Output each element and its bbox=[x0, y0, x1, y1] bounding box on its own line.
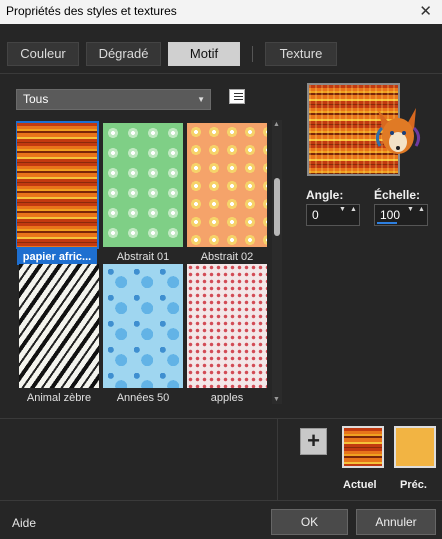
chevron-up-icon[interactable]: ▲ bbox=[350, 206, 357, 213]
help-link[interactable]: Aide bbox=[12, 516, 36, 530]
window-title: Propriétés des styles et textures bbox=[6, 4, 177, 18]
angle-label: Angle: bbox=[306, 188, 344, 202]
scroll-up-icon[interactable]: ▲ bbox=[273, 121, 280, 128]
divider bbox=[0, 418, 442, 419]
fox-logo bbox=[375, 108, 421, 154]
pattern-label: Abstrait 01 bbox=[116, 251, 170, 263]
scale-label: Échelle: bbox=[374, 188, 421, 202]
pattern-grid: papier afric... Abstrait 01 Abstrait 02 … bbox=[16, 120, 270, 404]
pattern-thumbnail bbox=[17, 123, 97, 247]
current-swatch[interactable] bbox=[342, 426, 384, 468]
angle-spinner[interactable]: 0 ▼ ▲ bbox=[306, 204, 360, 226]
pattern-thumbnail bbox=[103, 264, 183, 388]
tab-degrade[interactable]: Dégradé bbox=[86, 42, 161, 66]
pattern-tile[interactable]: Abstrait 01 bbox=[103, 123, 183, 263]
pattern-tile[interactable]: Abstrait 02 bbox=[187, 123, 267, 263]
current-swatch-image bbox=[344, 428, 382, 466]
pattern-label: Abstrait 02 bbox=[200, 251, 254, 263]
chevron-up-icon[interactable]: ▲ bbox=[418, 206, 425, 213]
cancel-button[interactable]: Annuler bbox=[356, 509, 436, 535]
title-bar: Propriétés des styles et textures ✕ bbox=[0, 0, 442, 24]
list-menu-icon[interactable] bbox=[229, 89, 245, 104]
previous-swatch[interactable] bbox=[394, 426, 436, 468]
focus-indicator bbox=[377, 222, 397, 224]
current-label: Actuel bbox=[343, 479, 377, 491]
pattern-tile[interactable]: apples bbox=[187, 264, 267, 404]
pattern-scrollbar[interactable]: ▲ ▼ bbox=[272, 120, 282, 404]
pattern-label: papier afric... bbox=[17, 249, 97, 265]
scale-value: 100 bbox=[380, 208, 401, 222]
chevron-down-icon[interactable]: ▼ bbox=[339, 206, 346, 213]
scroll-thumb[interactable] bbox=[274, 178, 280, 236]
divider bbox=[0, 500, 442, 501]
pattern-thumbnail bbox=[19, 264, 99, 388]
scroll-down-icon[interactable]: ▼ bbox=[273, 396, 280, 403]
divider bbox=[277, 418, 278, 500]
chevron-down-icon[interactable]: ▼ bbox=[407, 206, 414, 213]
tab-separator bbox=[252, 46, 253, 62]
previous-label: Préc. bbox=[400, 479, 427, 491]
tab-texture[interactable]: Texture bbox=[265, 42, 337, 66]
pattern-thumbnail bbox=[187, 264, 267, 388]
pattern-label: Animal zèbre bbox=[26, 392, 92, 404]
scale-spinner[interactable]: 100 ▼ ▲ bbox=[374, 204, 428, 226]
tab-motif[interactable]: Motif bbox=[168, 42, 240, 66]
category-value: Tous bbox=[23, 92, 49, 106]
pattern-label: apples bbox=[210, 392, 244, 404]
pattern-thumbnail bbox=[187, 123, 267, 247]
divider bbox=[0, 73, 442, 74]
pattern-thumbnail bbox=[103, 123, 183, 247]
add-swatch-button[interactable]: + bbox=[300, 428, 327, 455]
pattern-tile[interactable]: Animal zèbre bbox=[19, 264, 99, 404]
pattern-label: Années 50 bbox=[116, 392, 170, 404]
chevron-down-icon: ▼ bbox=[197, 95, 205, 104]
close-icon[interactable]: ✕ bbox=[419, 2, 432, 20]
category-dropdown[interactable]: Tous ▼ bbox=[16, 89, 211, 110]
tab-couleur[interactable]: Couleur bbox=[7, 42, 79, 66]
pattern-tile[interactable]: Années 50 bbox=[103, 264, 183, 404]
angle-value: 0 bbox=[312, 208, 319, 222]
ok-button[interactable]: OK bbox=[271, 509, 348, 535]
pattern-tile[interactable]: papier afric... bbox=[16, 121, 99, 265]
